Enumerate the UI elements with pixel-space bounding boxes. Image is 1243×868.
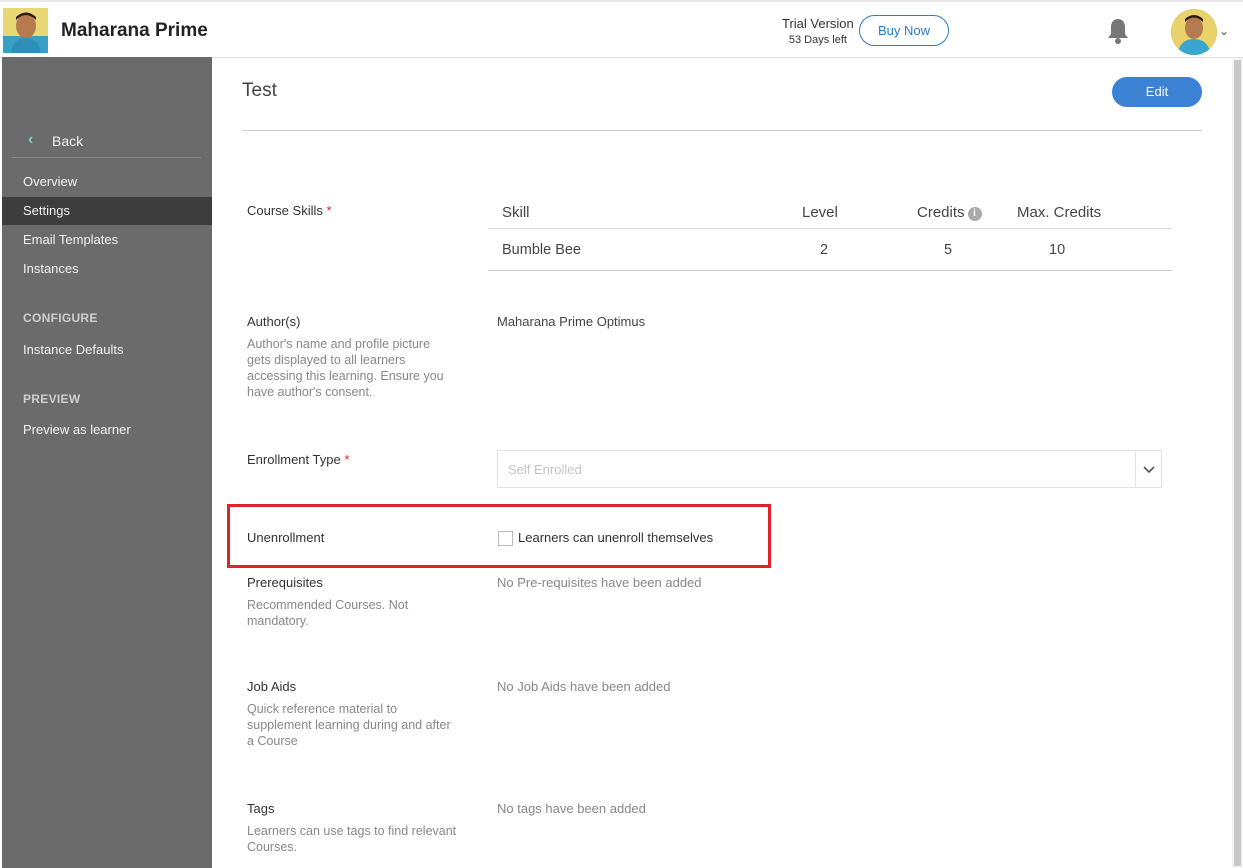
col-header-level: Level (802, 204, 838, 221)
page-title: Test (242, 80, 277, 101)
sidebar-item-email-templates[interactable]: Email Templates (2, 226, 212, 254)
tags-value: No tags have been added (497, 801, 646, 816)
sidebar-section-configure: CONFIGURE (23, 311, 98, 325)
sidebar-item-overview[interactable]: Overview (2, 168, 212, 196)
enrollment-type-label: Enrollment Type * (247, 452, 349, 467)
buy-now-button[interactable]: Buy Now (859, 15, 949, 46)
brand-avatar[interactable] (3, 8, 48, 53)
course-skills-label-text: Course Skills (247, 203, 323, 218)
skill-max-credits: 10 (1049, 242, 1066, 258)
col-header-skill: Skill (502, 204, 530, 221)
skills-table: Skill Level Credits i Max. Credits Bumble… (488, 196, 1172, 271)
tags-help: Learners can use tags to find relevant C… (247, 824, 457, 854)
title-divider (242, 130, 1202, 131)
required-marker: * (344, 452, 350, 467)
sidebar-item-instances[interactable]: Instances (2, 255, 212, 283)
unenroll-checkbox-label[interactable]: Learners can unenroll themselves (518, 530, 713, 545)
back-label: Back (52, 133, 84, 149)
col-header-max-credits: Max. Credits (1017, 204, 1102, 221)
table-row: Bumble Bee 2 5 10 (488, 229, 1172, 271)
skill-level: 2 (820, 242, 829, 258)
col-header-credits-label: Credits (917, 204, 965, 221)
authors-value: Maharana Prime Optimus (497, 314, 646, 329)
job-aids-help: Quick reference material to supplement l… (247, 702, 451, 748)
info-icon[interactable]: i (967, 207, 982, 221)
authors-label: Author(s) (247, 314, 301, 329)
trial-info: Trial Version 53 Days left (782, 16, 854, 48)
trial-days-left: 53 Days left (788, 34, 847, 46)
job-aids-label: Job Aids (247, 679, 297, 694)
sidebar-item-settings[interactable]: Settings (2, 197, 212, 225)
chevron-down-icon[interactable] (1135, 451, 1161, 487)
sidebar-section-preview: PREVIEW (23, 392, 81, 406)
unenrollment-label: Unenrollment (247, 530, 325, 545)
trial-title: Trial Version (782, 16, 854, 31)
prerequisites-help: Recommended Courses. Not mandatory. (247, 598, 409, 628)
sidebar-item-preview-as-learner[interactable]: Preview as learner (2, 416, 212, 444)
sidebar: ‹ Back Overview Settings Email Templates… (2, 57, 212, 868)
top-header: Maharana Prime Trial Version 53 Days lef… (0, 0, 1243, 58)
enrollment-type-select[interactable]: Self Enrolled (497, 450, 1162, 488)
col-header-credits: Credits i (917, 204, 982, 221)
skills-table-header: Skill Level Credits i Max. Credits (488, 196, 1172, 229)
tags-label: Tags (247, 801, 275, 816)
sidebar-item-instance-defaults[interactable]: Instance Defaults (2, 336, 212, 364)
skill-name: Bumble Bee (502, 242, 581, 258)
user-avatar[interactable] (1171, 9, 1217, 55)
bell-icon[interactable] (1106, 17, 1130, 45)
skill-credits: 5 (944, 242, 953, 258)
page-scrollbar[interactable] (1232, 58, 1243, 868)
unenroll-checkbox[interactable] (498, 531, 513, 546)
edit-button[interactable]: Edit (1112, 77, 1202, 107)
course-skills-label: Course Skills * (247, 203, 332, 218)
chevron-left-icon: ‹ (28, 131, 34, 148)
prerequisites-value: No Pre-requisites have been added (497, 575, 702, 590)
brand-name: Maharana Prime (61, 20, 208, 41)
prerequisites-label: Prerequisites (247, 575, 323, 590)
chevron-down-icon[interactable]: ⌄ (1219, 24, 1229, 38)
required-marker: * (326, 203, 332, 218)
enrollment-type-label-text: Enrollment Type (247, 452, 341, 467)
authors-help: Author's name and profile picture gets d… (247, 337, 444, 399)
enrollment-type-value: Self Enrolled (508, 462, 582, 477)
scrollbar-thumb[interactable] (1234, 60, 1241, 866)
back-link[interactable]: ‹ Back (12, 129, 201, 158)
job-aids-value: No Job Aids have been added (497, 679, 671, 694)
